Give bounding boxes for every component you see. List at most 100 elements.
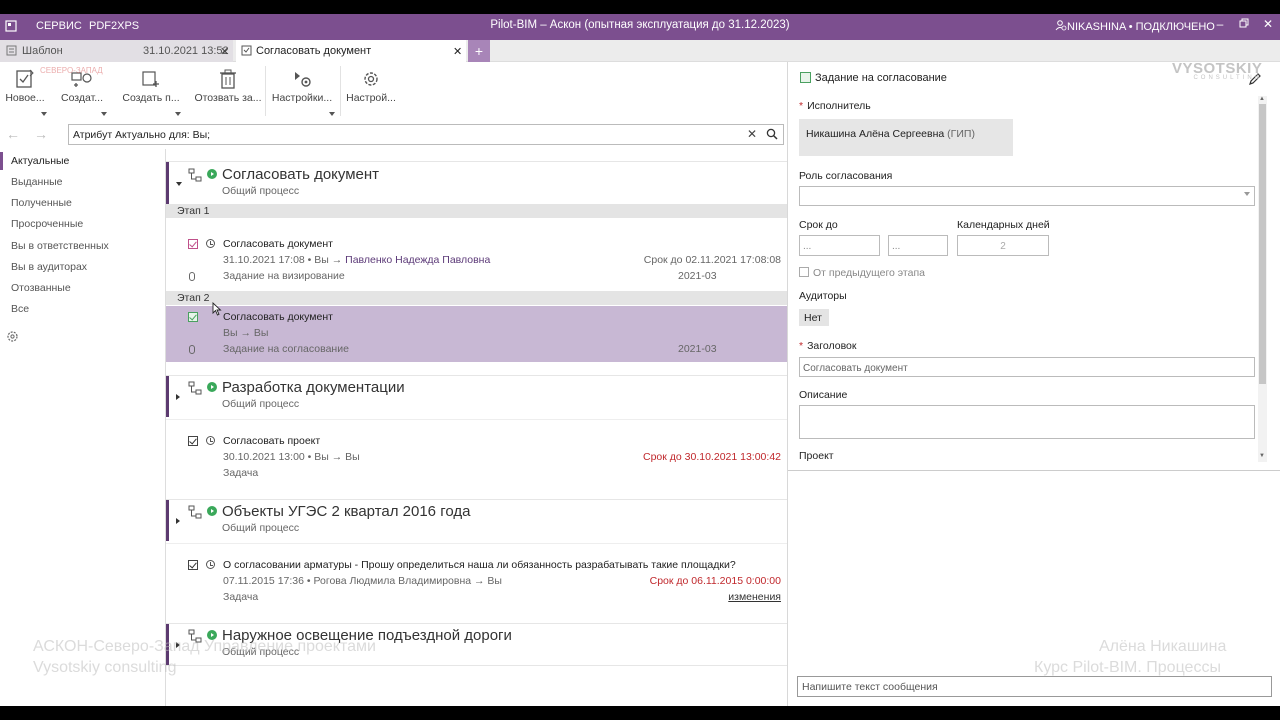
tab-approve-close-icon[interactable]: ✕ <box>453 45 462 58</box>
workflow-icon <box>188 505 202 519</box>
calendar-days-label: Календарных дней <box>957 219 1050 231</box>
task-deadline-overdue: Срок до 30.10.2021 13:00:42 <box>643 451 781 463</box>
create-button-label: Создат... <box>60 92 104 104</box>
task-code: 2021-03 <box>678 270 717 282</box>
panel-header: Задание на согласование <box>800 72 947 84</box>
sidebar-item-received[interactable]: Полученные <box>0 194 165 212</box>
task-assignee: Павленко Надежда Павловна <box>345 254 491 266</box>
toolbar: Новое... Создат... Создать п... Отозвать… <box>0 62 787 120</box>
forward-arrow-icon[interactable]: → <box>34 126 48 142</box>
sidebar-item-issued[interactable]: Выданные <box>0 173 165 191</box>
panel-scrollbar[interactable]: ▲ ▼ <box>1258 96 1267 462</box>
executor-name: Никашина Алёна Сергеевна <box>806 128 945 140</box>
sidebar-item-auditors[interactable]: Вы в аудиторах <box>0 258 165 276</box>
trash-icon <box>220 69 236 89</box>
heading-input[interactable]: Согласовать документ <box>799 357 1255 377</box>
task-from: Вы → <box>314 254 343 266</box>
mouse-cursor-icon <box>212 302 222 316</box>
from-previous-stage-checkbox[interactable]: От предыдущего этапа <box>799 267 925 279</box>
back-arrow-icon[interactable]: ← <box>6 126 20 142</box>
workflow-icon <box>188 168 202 182</box>
search-input[interactable]: Атрибут Актуально для: Вы; ✕ <box>68 124 784 145</box>
toolbar-divider <box>340 66 341 116</box>
stage-header: Этап 2 <box>166 291 787 305</box>
new-task-icon <box>16 69 34 88</box>
group-subtitle: Общий процесс <box>222 522 300 534</box>
create-dropdown-icon <box>101 112 107 116</box>
changes-link[interactable]: изменения <box>728 591 781 603</box>
expand-triangle-icon[interactable] <box>176 394 180 400</box>
restore-icon <box>1239 18 1249 28</box>
executor-chip[interactable]: Никашина Алёна Сергеевна (ГИП) <box>799 119 1013 156</box>
scroll-up-icon[interactable]: ▲ <box>1259 96 1265 102</box>
stage-header: Этап 1 <box>166 204 787 218</box>
calendar-days-input[interactable]: 2 <box>957 235 1049 256</box>
search-icon[interactable] <box>766 128 778 140</box>
collapse-triangle-icon[interactable] <box>176 182 182 186</box>
user-status-label: NIKASHINA • ПОДКЛЮЧЕНО <box>1067 21 1215 33</box>
group-title: Разработка документации <box>222 379 405 396</box>
settings-dropdown-icon <box>329 112 335 116</box>
auditors-value[interactable]: Нет <box>799 309 829 326</box>
clear-search-icon[interactable]: ✕ <box>747 127 757 141</box>
task-meta: 07.11.2015 17:36 • Рогова Людмила Владим… <box>223 575 502 587</box>
role-select[interactable] <box>799 186 1255 206</box>
group-accent-bar <box>166 500 169 541</box>
executor-role: (ГИП) <box>947 128 975 140</box>
sidebar-item-all[interactable]: Все <box>0 300 165 318</box>
expand-triangle-icon[interactable] <box>176 518 180 524</box>
tab-template[interactable]: Шаблон 31.10.2021 13:52 ✕ <box>0 40 233 62</box>
add-tab-button[interactable]: + <box>468 40 490 62</box>
task-row-selected[interactable]: Согласовать документ Вы → Вы Задание на … <box>166 306 787 362</box>
minimize-button[interactable]: – <box>1210 17 1230 35</box>
tab-template-date: 31.10.2021 13:52 <box>143 45 229 57</box>
auditors-label: Аудиторы <box>799 290 847 302</box>
sidebar-item-responsible[interactable]: Вы в ответственных <box>0 237 165 255</box>
revoke-button[interactable]: Отозвать за... <box>192 62 264 120</box>
task-row[interactable]: Согласовать проект 30.10.2021 13:00 • Вы… <box>166 419 787 485</box>
task-row[interactable]: Согласовать документ 31.10.2021 17:08 • … <box>166 219 787 282</box>
deadline-date-input[interactable]: ... <box>799 235 880 256</box>
settings-button[interactable]: Настройки... <box>266 62 338 120</box>
sidebar-item-revoked[interactable]: Отозванные <box>0 279 165 297</box>
task-row[interactable]: О согласовании арматуры - Прошу определи… <box>166 543 787 609</box>
description-textarea[interactable] <box>799 405 1255 439</box>
clock-icon <box>206 560 215 569</box>
deadline-label: Срок до <box>799 219 838 231</box>
maximize-button[interactable] <box>1234 17 1254 35</box>
tasks-icon <box>241 45 252 56</box>
group-subtitle: Общий процесс <box>222 398 300 410</box>
create-process-dropdown-icon <box>175 112 181 116</box>
gear-icon <box>364 72 378 86</box>
deadline-time-input[interactable]: ... <box>888 235 948 256</box>
group-title: Объекты УГЭС 2 квартал 2016 года <box>222 503 471 520</box>
play-status-icon <box>207 169 217 179</box>
tab-template-close-icon[interactable]: ✕ <box>220 45 229 58</box>
watermark-left-line1: АСКОН-Северо-Запад Управление проектами <box>33 638 376 655</box>
user-status[interactable]: NIKASHINA • ПОДКЛЮЧЕНО <box>1055 20 1215 33</box>
settings-2-button[interactable]: Настрой... <box>342 62 400 120</box>
create-process-icon <box>142 71 159 87</box>
process-group[interactable]: Согласовать документ Общий процесс <box>166 161 787 204</box>
scroll-down-icon[interactable]: ▼ <box>1259 453 1265 459</box>
sidebar-item-actual[interactable]: Актуальные <box>0 152 165 170</box>
from-previous-stage-label: От предыдущего этапа <box>813 267 925 279</box>
close-window-button[interactable]: ✕ <box>1258 17 1278 35</box>
create-process-label: Создать п... <box>122 92 180 104</box>
tab-approve-document[interactable]: Согласовать документ ✕ <box>236 40 466 62</box>
sidebar-item-overdue[interactable]: Просроченные <box>0 215 165 233</box>
document-icon <box>6 45 17 56</box>
task-title: Согласовать документ <box>223 238 333 250</box>
task-check-icon <box>188 436 198 446</box>
process-group[interactable]: Разработка документации Общий процесс <box>166 375 787 417</box>
watermark-right-line1: Алёна Никашина <box>1099 638 1227 655</box>
gear-icon[interactable] <box>6 330 19 343</box>
vysotskiy-logo: VYSOTSKIY CONSULTING <box>1172 60 1262 81</box>
task-check-icon <box>188 560 198 570</box>
task-date: 31.10.2021 17:08 <box>223 254 305 266</box>
task-deadline: Срок до 02.11.2021 17:08:08 <box>643 254 781 266</box>
scroll-thumb[interactable] <box>1259 104 1266 384</box>
process-group[interactable]: Объекты УГЭС 2 квартал 2016 года Общий п… <box>166 499 787 541</box>
message-input[interactable]: Напишите текст сообщения <box>797 676 1272 697</box>
create-process-button[interactable]: Создать п... <box>118 62 184 120</box>
